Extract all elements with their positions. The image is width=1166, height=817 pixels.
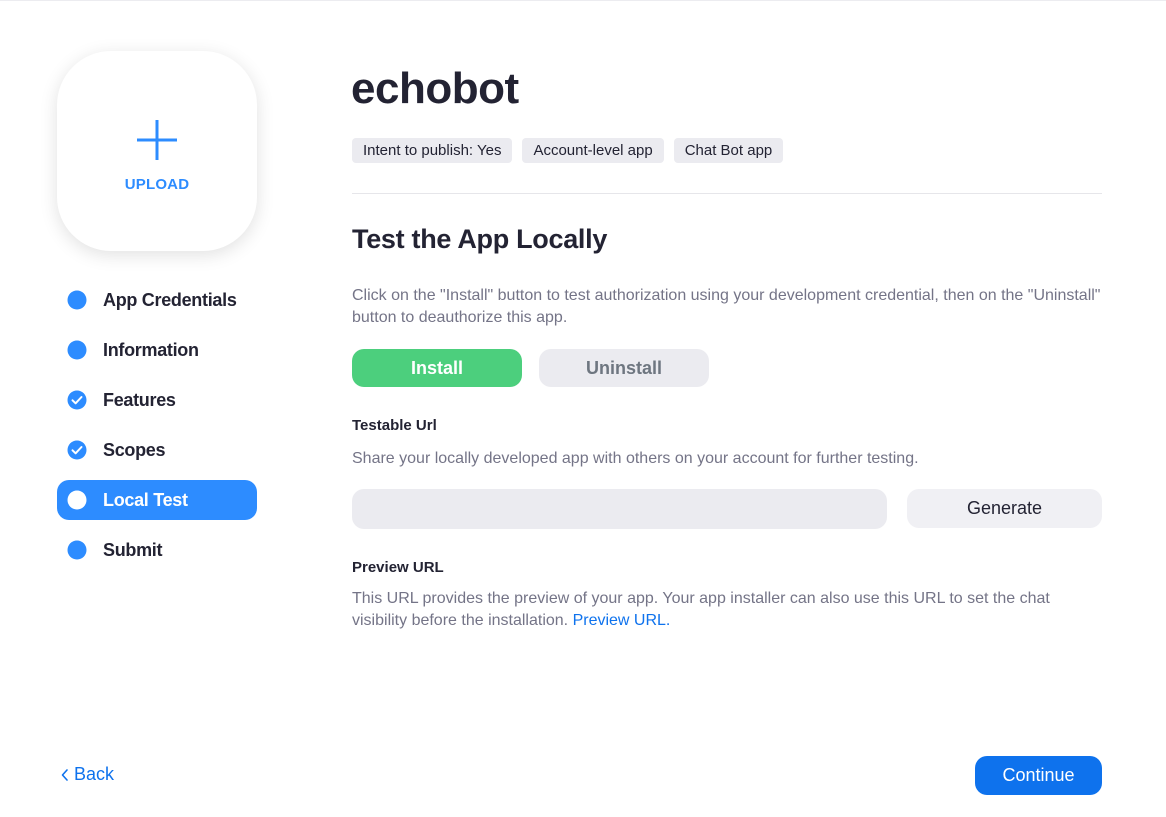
- check-circle-icon: [67, 390, 87, 410]
- app-title: echobot: [351, 64, 519, 113]
- upload-label: UPLOAD: [124, 176, 190, 193]
- header-divider: [352, 193, 1102, 194]
- step-label: Local Test: [103, 489, 188, 510]
- preview-url-label: Preview URL: [352, 559, 444, 576]
- step-features[interactable]: Features: [57, 380, 257, 420]
- dot-icon: [67, 490, 87, 510]
- preview-url-link[interactable]: Preview URL.: [573, 612, 671, 629]
- back-button[interactable]: Back: [60, 764, 114, 785]
- dot-icon: [67, 340, 87, 360]
- step-label: Features: [103, 389, 176, 410]
- back-label: Back: [74, 764, 115, 784]
- install-button[interactable]: Install: [352, 349, 522, 387]
- tag-app-type: Chat Bot app: [673, 138, 784, 163]
- step-label: Submit: [103, 539, 163, 560]
- dot-icon: [67, 540, 87, 560]
- step-label: Information: [103, 339, 199, 360]
- step-app-credentials[interactable]: App Credentials: [57, 280, 257, 320]
- step-submit[interactable]: Submit: [57, 530, 257, 570]
- dot-icon: [67, 290, 87, 310]
- install-description: Click on the "Install" button to test au…: [352, 287, 1101, 326]
- top-divider: [0, 0, 1166, 1]
- app-tags: Intent to publish: Yes Account-level app…: [352, 138, 793, 163]
- tag-account-level: Account-level app: [522, 138, 664, 163]
- upload-icon-button[interactable]: UPLOAD: [57, 51, 257, 251]
- testable-url-label: Testable Url: [352, 417, 437, 434]
- steps-nav: App Credentials Information Features Sco…: [57, 280, 257, 580]
- step-local-test[interactable]: Local Test: [57, 480, 257, 520]
- preview-url-description: This URL provides the preview of your ap…: [352, 588, 1102, 632]
- step-scopes[interactable]: Scopes: [57, 430, 257, 470]
- preview-url-text: This URL provides the preview of your ap…: [352, 590, 1050, 629]
- plus-icon: [137, 120, 177, 160]
- tag-intent-to-publish: Intent to publish: Yes: [352, 138, 513, 163]
- testable-url-description: Share your locally developed app with ot…: [352, 450, 919, 467]
- testable-url-input[interactable]: [352, 489, 887, 529]
- section-title: Test the App Locally: [352, 224, 608, 254]
- generate-button[interactable]: Generate: [907, 489, 1102, 528]
- chevron-left-icon: [61, 768, 68, 781]
- step-label: App Credentials: [103, 289, 237, 310]
- step-information[interactable]: Information: [57, 330, 257, 370]
- check-circle-icon: [67, 440, 87, 460]
- step-label: Scopes: [103, 439, 166, 460]
- uninstall-button[interactable]: Uninstall: [539, 349, 709, 387]
- continue-button[interactable]: Continue: [975, 756, 1102, 795]
